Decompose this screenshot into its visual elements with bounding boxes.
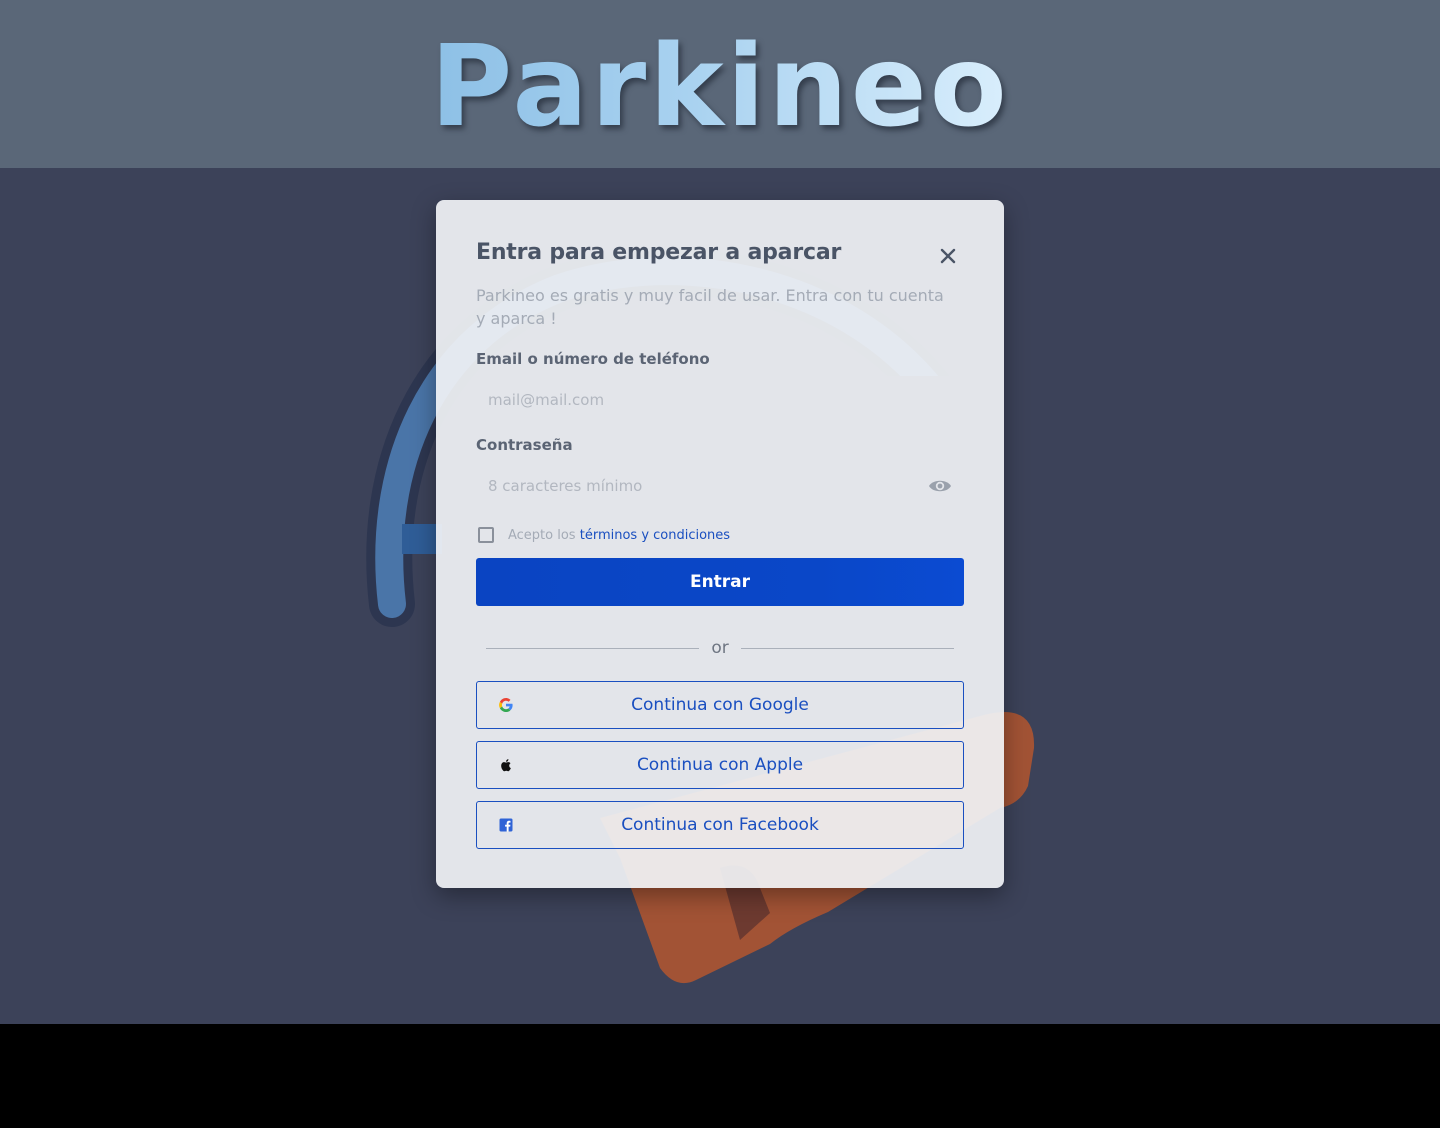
app-logo: Parkineo bbox=[430, 22, 1010, 152]
terms-prefix: Acepto los bbox=[508, 527, 576, 543]
email-field[interactable] bbox=[476, 376, 964, 424]
app-header: Parkineo bbox=[0, 0, 1440, 168]
submit-button[interactable]: Entrar bbox=[476, 558, 964, 606]
apple-login-label: Continua con Apple bbox=[636, 755, 804, 775]
eye-icon[interactable] bbox=[928, 476, 952, 496]
terms-checkbox[interactable] bbox=[478, 527, 494, 543]
google-login-label: Continua con Google bbox=[631, 695, 809, 715]
terms-link[interactable]: términos y condiciones bbox=[580, 528, 730, 543]
or-divider: or bbox=[486, 638, 955, 658]
email-field-wrapper bbox=[476, 376, 964, 424]
main-area: Entra para empezar a aparcar Parkineo es… bbox=[0, 168, 1440, 1024]
divider-line-left bbox=[486, 647, 700, 649]
modal-title: Entra para empezar a aparcar bbox=[476, 240, 842, 265]
email-label: Email o número de teléfono bbox=[476, 350, 710, 368]
password-label: Contraseña bbox=[476, 436, 573, 454]
divider-line-right bbox=[740, 647, 955, 649]
login-modal: Entra para empezar a aparcar Parkineo es… bbox=[436, 200, 1004, 888]
google-login-button[interactable]: Continua con Google bbox=[476, 681, 964, 729]
divider-text: or bbox=[711, 638, 729, 658]
modal-subtitle: Parkineo es gratis y muy facil de usar. … bbox=[476, 286, 944, 328]
terms-row: Acepto los términos y condiciones bbox=[478, 525, 730, 545]
facebook-login-button[interactable]: Continua con Facebook bbox=[476, 801, 964, 849]
bottom-bar bbox=[0, 1024, 1440, 1128]
terms-text: Acepto los términos y condiciones bbox=[508, 528, 730, 543]
password-field-wrapper bbox=[476, 462, 964, 510]
apple-login-button[interactable]: Continua con Apple bbox=[476, 741, 964, 789]
close-icon[interactable] bbox=[936, 244, 960, 268]
password-field[interactable] bbox=[476, 462, 964, 510]
facebook-login-label: Continua con Facebook bbox=[621, 815, 819, 835]
